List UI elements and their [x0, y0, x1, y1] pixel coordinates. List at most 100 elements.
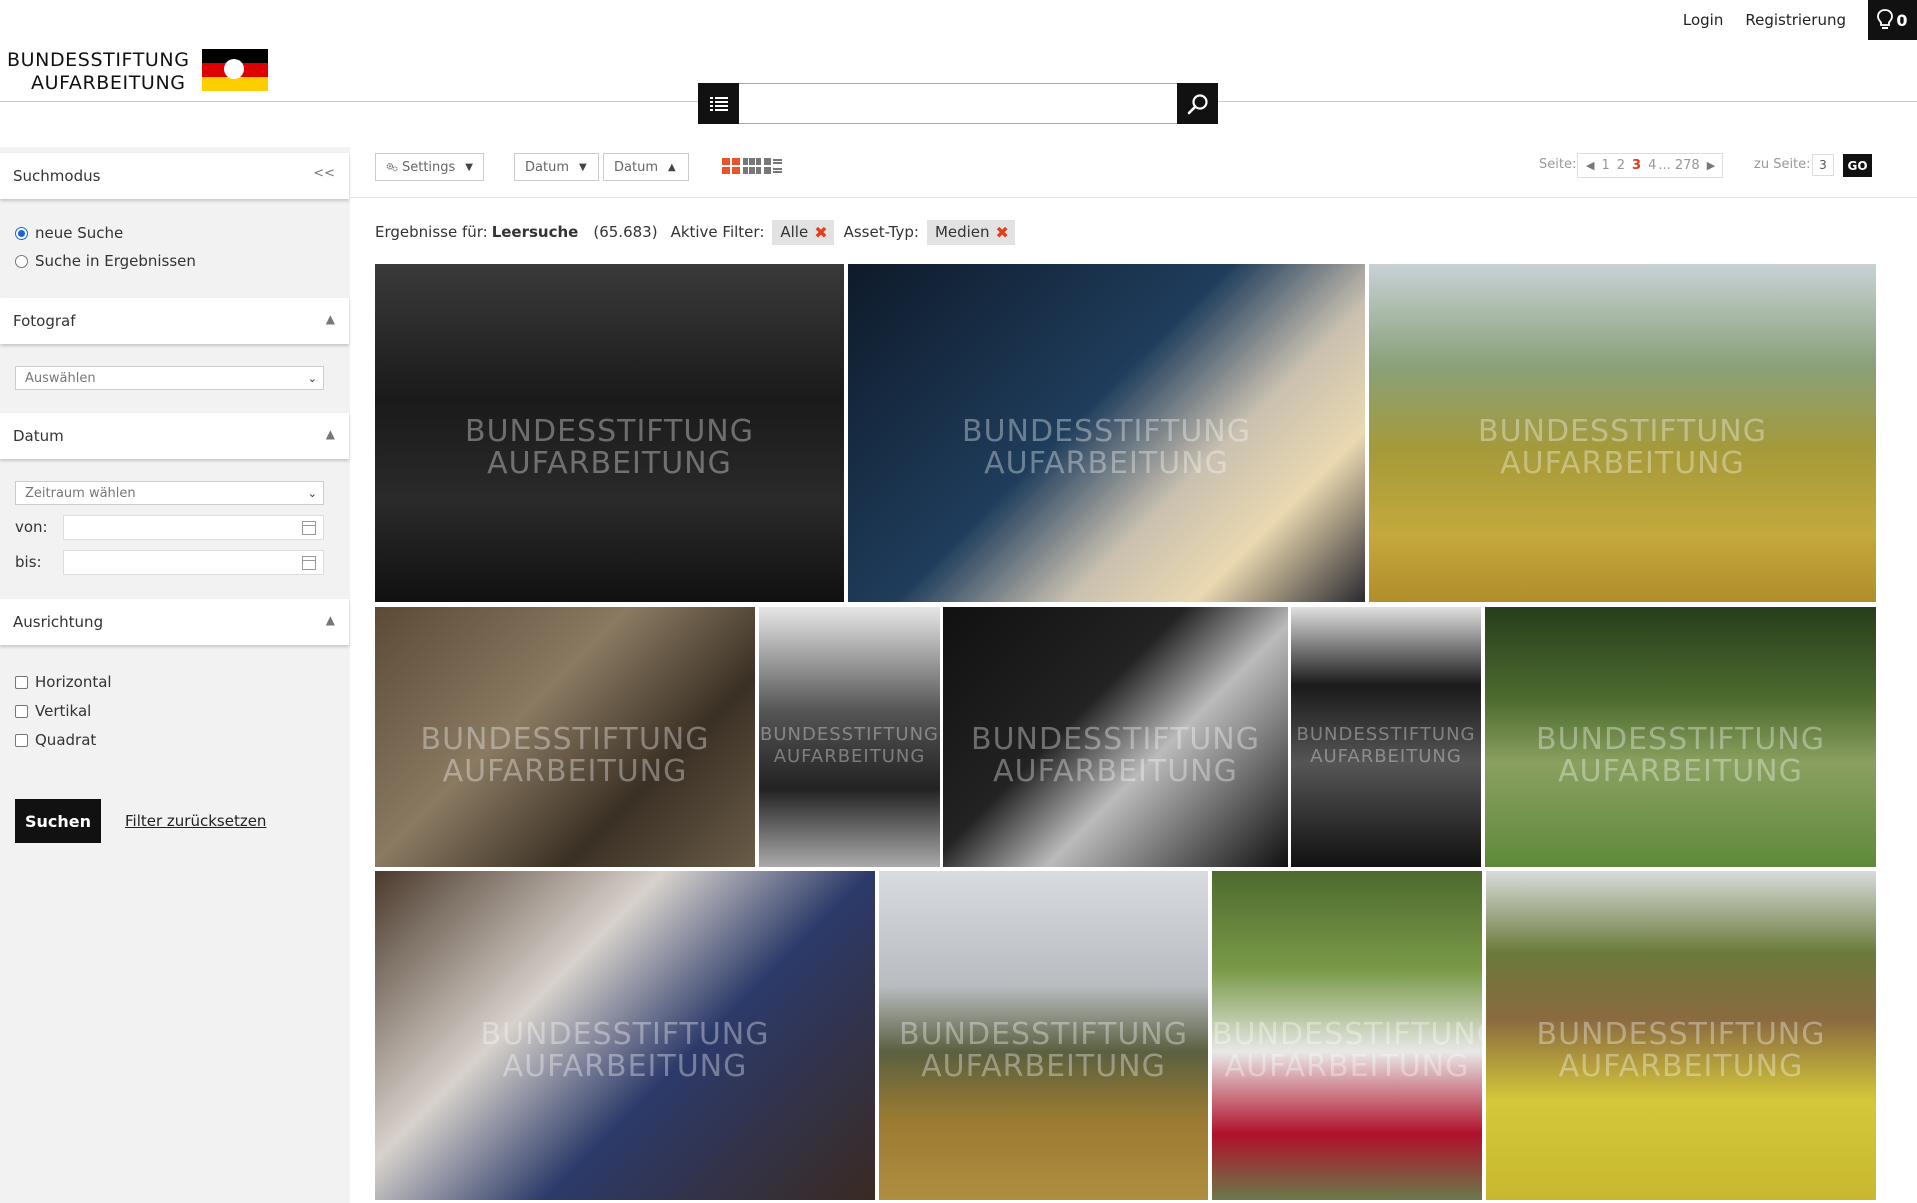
photo-officers-banner[interactable]: BUNDESSTIFTUNG AUFARBEITUNG [759, 607, 940, 867]
register-link[interactable]: Registrierung [1745, 11, 1846, 29]
panel-datum[interactable]: Datum ▲ [0, 413, 349, 459]
watermark: BUNDESSTIFTUNG AUFARBEITUNG [375, 724, 755, 788]
checkbox-quadrat[interactable]: Quadrat [15, 731, 96, 749]
date-from-input[interactable] [63, 515, 324, 540]
search-button[interactable] [1177, 83, 1218, 124]
grid-large-view-icon[interactable] [722, 158, 740, 174]
panel-fotograf[interactable]: Fotograf ▲ [0, 298, 349, 344]
photo-tractor-field[interactable]: BUNDESSTIFTUNG AUFARBEITUNG [879, 871, 1208, 1200]
collapse-sidebar-icon[interactable]: << [313, 166, 335, 181]
checkbox-label: Quadrat [35, 731, 97, 749]
calendar-icon[interactable] [302, 521, 316, 535]
goto-page-input[interactable]: 3 [1812, 154, 1834, 176]
page-link-last[interactable]: ... 278 [1658, 158, 1699, 173]
photo-family-portrait[interactable]: BUNDESSTIFTUNG AUFARBEITUNG [375, 871, 875, 1200]
checkbox-icon [15, 704, 28, 718]
chip-label: Medien [934, 223, 990, 241]
sort-direction-dropdown[interactable]: Datum ▲ [603, 153, 689, 181]
photo-guitar-singer[interactable]: BUNDESSTIFTUNG AUFARBEITUNG [943, 607, 1288, 867]
photo-cherry-harvest[interactable]: BUNDESSTIFTUNG AUFARBEITUNG [1212, 871, 1482, 1200]
page-link-2[interactable]: 2 [1617, 158, 1625, 173]
watermark-line2: AUFARBEITUNG [442, 754, 688, 789]
collapse-triangle-icon: ▲ [325, 312, 335, 326]
watermark: BUNDESSTIFTUNG AUFARBEITUNG [1486, 1019, 1876, 1083]
watermark: BUNDESSTIFTUNG AUFARBEITUNG [1369, 416, 1876, 480]
filter-sidebar: Suchmodus << neue Suche Suche in Ergebni… [0, 147, 350, 1203]
watermark-line1: BUNDESSTIFTUNG [760, 724, 939, 745]
logo[interactable]: BUNDESSTIFTUNG AUFARBEITUNG [7, 49, 268, 95]
page-link-4[interactable]: 4 [1648, 158, 1656, 173]
watermark-line2: AUFARBEITUNG [1310, 746, 1462, 767]
radio-off-icon [15, 254, 28, 268]
next-page-icon[interactable]: ▶ [1707, 159, 1715, 172]
watermark: BUNDESSTIFTUNG AUFARBEITUNG [1485, 724, 1876, 788]
list-view-icon[interactable] [764, 158, 782, 174]
watermark-line1: BUNDESSTIFTUNG [1478, 414, 1767, 450]
gears-icon [386, 163, 398, 172]
date-range-select[interactable]: Zeitraum wählen ⌄ [15, 481, 324, 505]
lightbox-button[interactable]: 0 [1868, 0, 1917, 40]
logo-line2: AUFARBEITUNG [31, 72, 186, 94]
search-icon [1187, 93, 1208, 114]
filter-chip-medien: Medien ✖ [926, 219, 1015, 245]
photo-mill-interior[interactable]: BUNDESSTIFTUNG AUFARBEITUNG [375, 607, 755, 867]
lightbulb-icon [1877, 9, 1894, 29]
settings-dropdown[interactable]: Settings ▼ [375, 153, 484, 181]
date-to-label: bis: [15, 553, 42, 571]
results-count: (65.683) [593, 223, 658, 241]
login-link[interactable]: Login [1683, 11, 1723, 29]
watermark-line2: AUFARBEITUNG [921, 1049, 1166, 1085]
sort-field-dropdown[interactable]: Datum ▼ [514, 153, 599, 181]
panel-ausrichtung[interactable]: Ausrichtung ▲ [0, 599, 349, 645]
calendar-icon[interactable] [302, 556, 316, 570]
remove-filter-icon[interactable]: ✖ [996, 223, 1009, 242]
photo-harvester-field[interactable]: BUNDESSTIFTUNG AUFARBEITUNG [1369, 264, 1876, 602]
photo-apple-crates[interactable]: BUNDESSTIFTUNG AUFARBEITUNG [1486, 871, 1876, 1200]
grid-small-view-icon[interactable] [743, 158, 761, 174]
watermark: BUNDESSTIFTUNG AUFARBEITUNG [848, 416, 1365, 480]
search-input[interactable] [739, 83, 1177, 124]
date-to-input[interactable] [63, 550, 324, 575]
checkbox-icon [15, 675, 28, 689]
photo-egg-factory[interactable]: BUNDESSTIFTUNG AUFARBEITUNG [848, 264, 1365, 602]
watermark-line1: BUNDESSTIFTUNG [420, 722, 710, 757]
photo-trabant-garden[interactable]: BUNDESSTIFTUNG AUFARBEITUNG [1485, 607, 1876, 867]
page-link-current[interactable]: 3 [1632, 158, 1641, 173]
checkbox-vertikal[interactable]: Vertikal [15, 702, 91, 720]
asset-type-label: Asset-Typ: [843, 223, 919, 241]
checkbox-label: Horizontal [35, 673, 112, 691]
watermark-line1: BUNDESSTIFTUNG [1536, 722, 1825, 757]
radio-search-in-results[interactable]: Suche in Ergebnissen [15, 252, 196, 270]
lightbox-count: 0 [1896, 10, 1908, 30]
panel-title: Suchmodus [13, 167, 101, 185]
select-value: Auswählen [25, 370, 96, 386]
search-options-button[interactable] [698, 83, 739, 124]
goto-page-button[interactable]: GO [1843, 154, 1872, 177]
watermark-line2: AUFARBEITUNG [984, 446, 1229, 482]
watermark: BUNDESSTIFTUNG AUFARBEITUNG [375, 1019, 875, 1083]
remove-filter-icon[interactable]: ✖ [814, 223, 827, 242]
photo-soldiers-group[interactable]: BUNDESSTIFTUNG AUFARBEITUNG [375, 264, 844, 602]
date-from-label: von: [15, 518, 48, 536]
page-link-1[interactable]: 1 [1601, 158, 1609, 173]
prev-page-icon[interactable]: ◀ [1586, 159, 1594, 172]
checkbox-label: Vertikal [35, 702, 92, 720]
radio-new-search[interactable]: neue Suche [15, 224, 123, 242]
chip-label: Alle [780, 223, 809, 241]
submit-search-button[interactable]: Suchen [15, 799, 101, 843]
filter-chip-alle: Alle ✖ [772, 219, 834, 245]
panel-title: Datum [13, 427, 64, 445]
view-switcher [722, 158, 782, 174]
panel-suchmodus[interactable]: Suchmodus << [0, 153, 349, 199]
panel-title: Fotograf [13, 312, 76, 330]
list-icon [709, 96, 728, 111]
sort-field-label: Datum [525, 159, 569, 175]
checkbox-horizontal[interactable]: Horizontal [15, 673, 112, 691]
page-label: Seite: [1539, 157, 1577, 172]
fotograf-select[interactable]: Auswählen ⌄ [15, 366, 324, 390]
photo-general-portrait[interactable]: BUNDESSTIFTUNG AUFARBEITUNG [1291, 607, 1481, 867]
top-nav: Login Registrierung 0 [1683, 0, 1917, 40]
reset-filters-link[interactable]: Filter zurücksetzen [125, 812, 266, 830]
watermark: BUNDESSTIFTUNG AUFARBEITUNG [1291, 724, 1481, 768]
caret-up-icon: ▲ [667, 161, 676, 173]
